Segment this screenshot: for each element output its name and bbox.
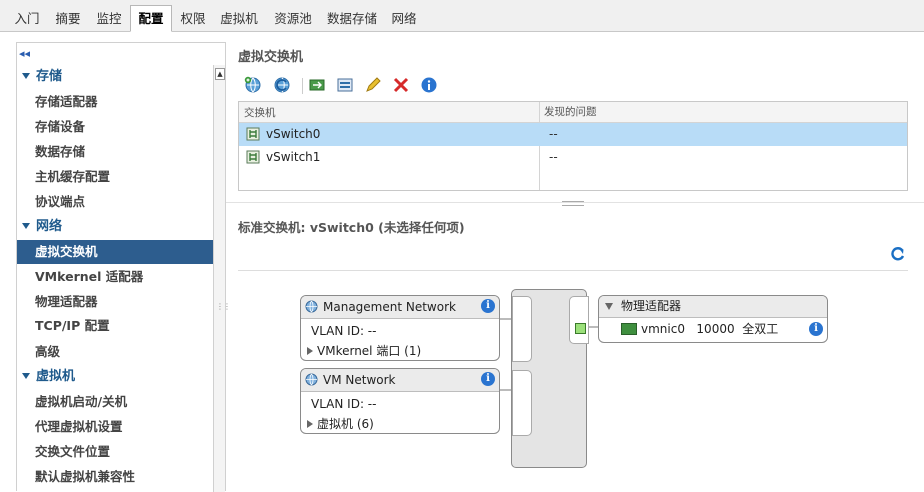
collapse-triangle-icon [605, 303, 613, 310]
expand-arrow-icon [307, 346, 313, 355]
sidebar-section-label: 虚拟机 [36, 369, 76, 384]
tab-getting-started[interactable]: 入门 [8, 6, 46, 32]
port-group-vm-network[interactable]: VM Network i VLAN ID: -- 虚拟机 (6) [300, 368, 500, 434]
switch-icon [246, 127, 260, 141]
sidebar-item-datastores[interactable]: 数据存储 [17, 140, 214, 164]
sidebar-item-default-compat[interactable]: 默认虚拟机兼容性 [17, 465, 214, 489]
switch-problem: -- [549, 150, 558, 164]
port-group-name: VM Network [323, 373, 396, 387]
sidebar-section-networking[interactable]: 网络 [22, 215, 62, 239]
switch-problem: -- [549, 127, 558, 141]
port-group-header: VM Network i [301, 369, 499, 392]
expand-triangle-icon [22, 72, 30, 79]
network-globe-icon [305, 300, 318, 313]
sidebar-item-physical-adapters[interactable]: 物理适配器 [17, 290, 214, 314]
info-icon[interactable] [420, 76, 438, 94]
switch-table: 交换机 发现的问题 vSwitch0 -- vSwitch1 -- [238, 101, 908, 191]
splitter-grip-icon[interactable] [562, 201, 584, 206]
tab-datastores[interactable]: 数据存储 [322, 6, 382, 32]
uplink-port-icon [575, 323, 586, 334]
sidebar-item-virtual-switches[interactable]: 虚拟交换机 [17, 240, 214, 264]
table-row[interactable]: vSwitch1 -- [239, 146, 907, 169]
sidebar-item-agent-vm[interactable]: 代理虚拟机设置 [17, 415, 214, 439]
tab-networks[interactable]: 网络 [386, 6, 422, 32]
network-globe-icon [305, 373, 318, 386]
sidebar-item-vmkernel-adapters[interactable]: VMkernel 适配器 [17, 265, 214, 289]
sidebar-item-advanced[interactable]: 高级 [17, 340, 214, 364]
expand-arrow-icon [307, 419, 313, 428]
nic-speed: 10000 [696, 322, 735, 336]
switch-icon [246, 150, 260, 164]
sidebar-item-vm-startup[interactable]: 虚拟机启动/关机 [17, 390, 214, 414]
switch-name: vSwitch0 [266, 127, 321, 141]
collapse-sidebar-icon[interactable]: ◂◂ [19, 47, 30, 60]
physical-adapters-header[interactable]: 物理适配器 [599, 296, 827, 318]
sidebar-section-label: 网络 [36, 219, 63, 234]
sidebar-item-swap-file[interactable]: 交换文件位置 [17, 440, 214, 464]
table-row[interactable]: vSwitch0 -- [239, 123, 907, 146]
physical-adapters-box[interactable]: 物理适配器 vmnic0 10000 全双工 i [598, 295, 828, 343]
port-group-expander[interactable]: VMkernel 端口 (1) [307, 342, 421, 359]
info-icon[interactable]: i [481, 299, 495, 313]
expand-triangle-icon [22, 222, 30, 229]
nic-name: vmnic0 [641, 322, 685, 336]
toolbar-separator [302, 78, 303, 94]
column-header-problems[interactable]: 发现的问题 [539, 102, 597, 122]
tab-configure[interactable]: 配置 [130, 5, 172, 32]
sidebar-scrollbar[interactable]: ▲ [213, 65, 225, 492]
info-icon[interactable]: i [481, 372, 495, 386]
scroll-up-icon[interactable]: ▲ [215, 68, 225, 80]
sidebar-section-label: 存储 [36, 69, 63, 84]
sidebar-item-protocol-endpoints[interactable]: 协议端点 [17, 190, 214, 214]
tab-monitor[interactable]: 监控 [90, 6, 128, 32]
port-group-slot [512, 370, 532, 436]
delete-icon[interactable] [392, 76, 410, 94]
refresh-icon[interactable] [889, 245, 907, 263]
tab-summary[interactable]: 摘要 [50, 6, 86, 32]
port-group-subitem: 虚拟机 (6) [317, 417, 374, 431]
switch-name: vSwitch1 [266, 150, 321, 164]
vertical-splitter-grip-icon[interactable]: ⋮⋮ [216, 302, 231, 311]
column-header-switch[interactable]: 交换机 [244, 105, 276, 120]
top-tab-bar: 入门 摘要 监控 配置 权限 虚拟机 资源池 数据存储 网络 [0, 0, 924, 32]
edit-icon[interactable] [364, 76, 382, 94]
tab-resource-pools[interactable]: 资源池 [268, 6, 318, 32]
uplink-slot [569, 296, 589, 344]
port-group-management[interactable]: Management Network i VLAN ID: -- VMkerne… [300, 295, 500, 361]
detail-title: 标准交换机: vSwitch0 (未选择任何项) [238, 220, 465, 235]
port-group-slot [512, 296, 532, 362]
vlan-id: VLAN ID: -- [311, 397, 377, 411]
sidebar: ◂◂ 存储 存储适配器 存储设备 数据存储 主机缓存配置 协议端点 网络 虚拟交… [16, 42, 226, 492]
port-group-expander[interactable]: 虚拟机 (6) [307, 415, 374, 432]
sidebar-item-host-cache[interactable]: 主机缓存配置 [17, 165, 214, 189]
port-group-subitem: VMkernel 端口 (1) [317, 344, 422, 358]
add-networking-icon[interactable] [244, 76, 262, 94]
detail-divider [238, 270, 908, 271]
nic-icon [621, 322, 637, 335]
view-settings-icon[interactable] [336, 76, 354, 94]
migrate-adapter-icon[interactable] [308, 76, 326, 94]
table-header: 交换机 发现的问题 [239, 102, 907, 123]
tab-permissions[interactable]: 权限 [175, 6, 211, 32]
horizontal-splitter[interactable] [226, 198, 924, 206]
sidebar-section-vms[interactable]: 虚拟机 [22, 365, 75, 389]
expand-triangle-icon [22, 372, 30, 379]
tab-vms[interactable]: 虚拟机 [214, 6, 264, 32]
refresh-network-icon[interactable] [273, 76, 291, 94]
port-group-name: Management Network [323, 300, 456, 314]
vlan-id: VLAN ID: -- [311, 324, 377, 338]
physical-nic-row[interactable]: vmnic0 10000 全双工 [621, 321, 778, 337]
info-icon[interactable]: i [809, 322, 823, 336]
nic-duplex: 全双工 [742, 322, 779, 336]
port-group-header: Management Network i [301, 296, 499, 319]
vswitch-diagram[interactable] [511, 289, 589, 468]
sidebar-item-storage-adapters[interactable]: 存储适配器 [17, 90, 214, 114]
sidebar-section-storage[interactable]: 存储 [22, 65, 62, 89]
panel-title: 虚拟交换机 [238, 50, 304, 65]
sidebar-item-tcpip-config[interactable]: TCP/IP 配置 [17, 314, 214, 338]
physical-adapters-title: 物理适配器 [621, 299, 682, 313]
sidebar-item-storage-devices[interactable]: 存储设备 [17, 115, 214, 139]
